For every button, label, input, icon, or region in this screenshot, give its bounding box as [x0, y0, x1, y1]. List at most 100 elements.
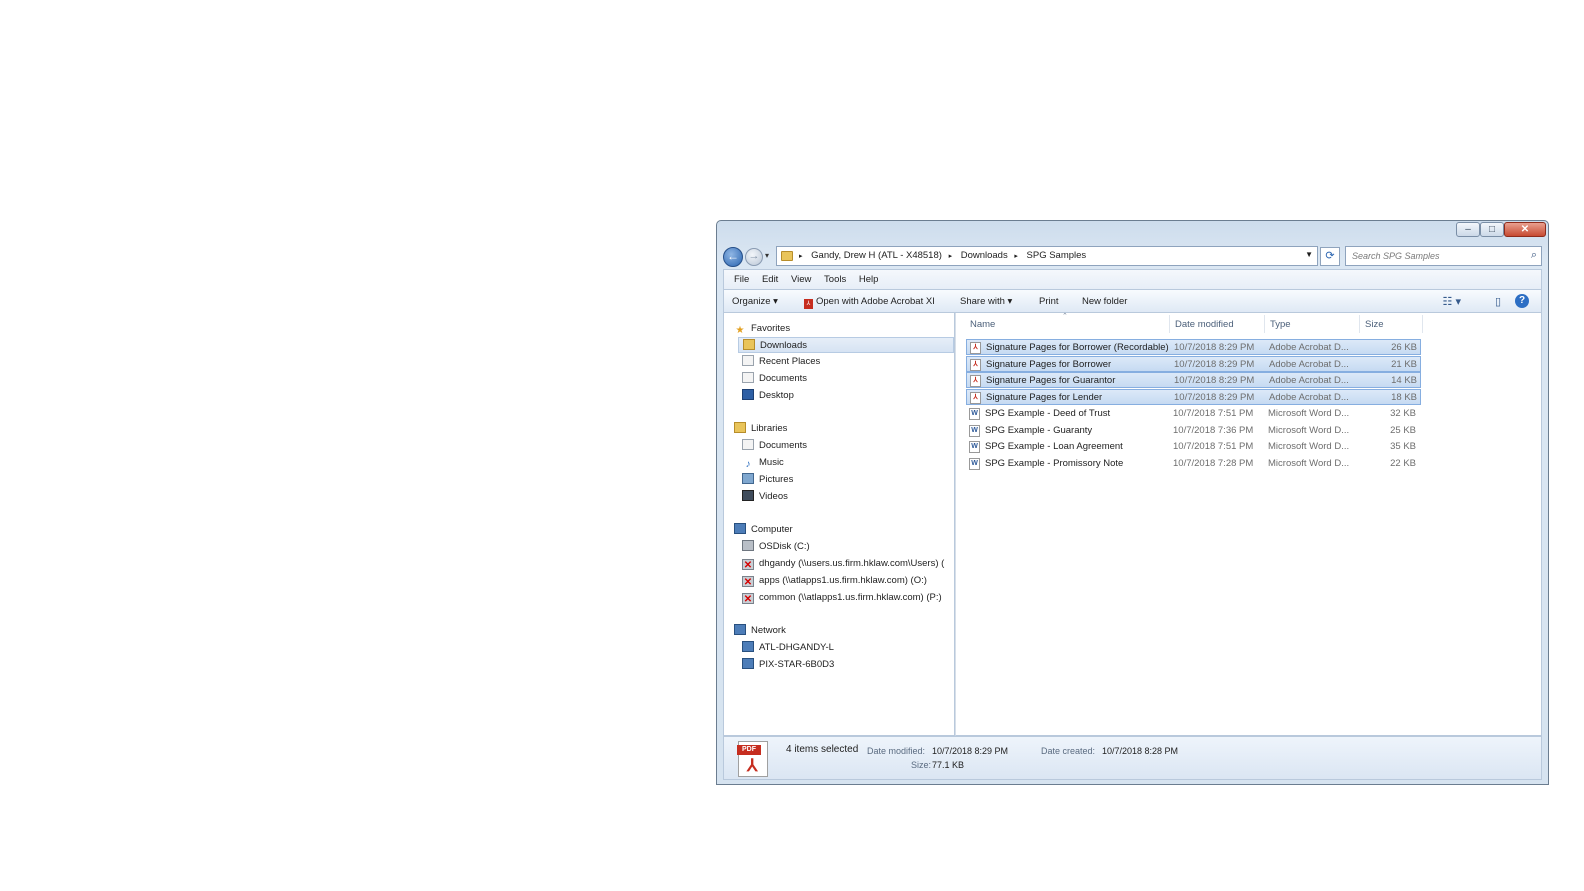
- pdf-file-icon: ⅄: [970, 392, 981, 405]
- recent-places-icon: [742, 355, 754, 366]
- file-date-modified: 10/7/2018 8:29 PM: [1174, 375, 1255, 387]
- address-bar[interactable]: ▸ Gandy, Drew H (ATL - X48518) ▸ Downloa…: [776, 246, 1318, 266]
- file-name: SPG Example - Deed of Trust: [985, 407, 1111, 419]
- sort-ascending-icon: ⌃: [1062, 313, 1068, 320]
- column-divider[interactable]: [1422, 315, 1423, 333]
- acrobat-swoosh-icon: ⅄: [747, 756, 758, 775]
- libraries-icon: [734, 422, 746, 433]
- menu-file[interactable]: File: [734, 274, 749, 285]
- file-type: Microsoft Word D...: [1268, 407, 1350, 419]
- file-row[interactable]: W SPG Example - Guaranty 10/7/2018 7:36 PM…: [966, 423, 1421, 439]
- downloads-folder-icon: [743, 339, 755, 350]
- nav-favorites[interactable]: ★ Favorites: [734, 321, 791, 337]
- nav-computer[interactable]: Computer: [734, 522, 793, 538]
- change-view-icon[interactable]: ☷ ▾: [1443, 295, 1461, 308]
- music-icon: ♪: [745, 459, 751, 470]
- network-computer-icon: [742, 641, 754, 652]
- navigation-row: ← → ▾ ▸ Gandy, Drew H (ATL - X48518) ▸ D…: [723, 245, 1542, 269]
- file-row[interactable]: ⅄ Signature Pages for Lender 10/7/2018 8:2…: [966, 389, 1421, 406]
- nav-item-common-drive[interactable]: ✕ common (\\atlapps1.us.firm.hklaw.com) (…: [742, 590, 942, 606]
- column-divider[interactable]: [1359, 315, 1360, 333]
- file-row[interactable]: ⅄ Signature Pages for Borrower (Recordabl…: [966, 339, 1421, 355]
- pictures-icon: [742, 473, 754, 484]
- minimize-button[interactable]: ‒: [1456, 222, 1480, 237]
- nav-item-apps-drive[interactable]: ✕ apps (\\atlapps1.us.firm.hklaw.com) (O:…: [742, 573, 927, 589]
- file-row[interactable]: W SPG Example - Loan Agreement 10/7/2018 7…: [966, 439, 1421, 455]
- address-dropdown-icon[interactable]: ▼: [1305, 250, 1313, 259]
- share-with-button[interactable]: Share with ▾: [960, 296, 1012, 307]
- column-header-type[interactable]: Type: [1270, 319, 1291, 330]
- recent-pages-dropdown-icon[interactable]: ▾: [765, 251, 769, 260]
- column-header-date-modified[interactable]: Date modified: [1175, 319, 1234, 330]
- title-bar[interactable]: ‒ □ ✕: [717, 221, 1548, 241]
- nav-item-music[interactable]: ♪ Music: [742, 455, 784, 471]
- pdf-file-icon: ⅄: [970, 358, 981, 371]
- preview-pane-icon[interactable]: ▯: [1495, 295, 1501, 308]
- nav-item-label: Videos: [759, 491, 788, 502]
- nav-libraries[interactable]: Libraries: [734, 421, 787, 437]
- nav-item-pix-star[interactable]: PIX-STAR-6B0D3: [742, 657, 834, 673]
- nav-item-dhgandy-drive[interactable]: ✕ dhgandy (\\users.us.firm.hklaw.com\User…: [742, 556, 944, 572]
- nav-item-lib-documents[interactable]: Documents: [742, 438, 807, 454]
- file-type: Microsoft Word D...: [1268, 441, 1350, 453]
- search-placeholder: Search SPG Samples: [1352, 251, 1440, 261]
- breadcrumb-downloads[interactable]: Downloads: [961, 250, 1008, 261]
- open-with-button[interactable]: ⅄ Open with Adobe Acrobat XI: [804, 296, 935, 309]
- open-with-label: Open with Adobe Acrobat XI: [816, 296, 935, 307]
- disconnected-network-drive-icon: ✕: [742, 559, 754, 571]
- file-date-modified: 10/7/2018 7:51 PM: [1173, 407, 1254, 419]
- nav-item-label: dhgandy (\\users.us.firm.hklaw.com\Users…: [759, 558, 945, 569]
- forward-button[interactable]: →: [745, 248, 763, 266]
- file-size: 26 KB: [1391, 342, 1417, 353]
- menu-edit[interactable]: Edit: [762, 274, 778, 285]
- size-value: 77.1 KB: [932, 760, 965, 770]
- menu-help[interactable]: Help: [859, 274, 879, 285]
- breadcrumb-separator-icon[interactable]: ▸: [799, 253, 803, 260]
- nav-item-label: PIX-STAR-6B0D3: [759, 659, 835, 670]
- menu-tools[interactable]: Tools: [824, 274, 846, 285]
- column-header-size[interactable]: Size: [1365, 319, 1383, 330]
- word-file-icon: W: [969, 407, 980, 420]
- nav-item-osdisk[interactable]: OSDisk (C:): [742, 539, 810, 555]
- nav-item-label: Recent Places: [759, 356, 821, 367]
- file-type: Adobe Acrobat D...: [1269, 342, 1349, 353]
- column-divider[interactable]: [1169, 315, 1170, 333]
- nav-item-pictures[interactable]: Pictures: [742, 472, 793, 488]
- pdf-icon-label: PDF: [737, 745, 761, 755]
- file-row[interactable]: ⅄ Signature Pages for Guarantor 10/7/2018 …: [966, 372, 1421, 389]
- file-row[interactable]: W SPG Example - Promissory Note 10/7/2018 …: [966, 456, 1421, 472]
- date-modified-label: Date modified:: [867, 746, 926, 756]
- new-folder-button[interactable]: New folder: [1082, 296, 1127, 307]
- refresh-button[interactable]: ⟳: [1320, 247, 1340, 266]
- maximize-button[interactable]: □: [1480, 222, 1504, 237]
- file-row[interactable]: ⅄ Signature Pages for Borrower 10/7/2018 8…: [966, 355, 1421, 372]
- breadcrumb-separator-icon[interactable]: ▸: [1014, 253, 1018, 260]
- search-input[interactable]: Search SPG Samples ⌕: [1345, 246, 1542, 266]
- navigation-pane: ★ Favorites Downloads Recent Places Docum…: [723, 313, 955, 736]
- breadcrumb-spg-samples[interactable]: SPG Samples: [1027, 250, 1087, 261]
- word-file-icon: W: [969, 441, 980, 454]
- nav-item-desktop[interactable]: Desktop: [742, 388, 794, 404]
- column-divider[interactable]: [1264, 315, 1265, 333]
- menu-bar: File Edit View Tools Help: [723, 269, 1542, 289]
- column-header-name[interactable]: Name: [970, 319, 995, 330]
- breadcrumb-user-folder[interactable]: Gandy, Drew H (ATL - X48518): [811, 250, 942, 261]
- file-row[interactable]: W SPG Example - Deed of Trust 10/7/2018 7:…: [966, 406, 1421, 422]
- nav-item-videos[interactable]: Videos: [742, 489, 788, 505]
- nav-item-downloads[interactable]: Downloads: [738, 337, 954, 353]
- search-icon[interactable]: ⌕: [1531, 249, 1537, 262]
- nav-item-atl-dhgandy[interactable]: ATL-DHGANDY-L: [742, 640, 834, 656]
- print-button[interactable]: Print: [1039, 296, 1059, 307]
- file-date-modified: 10/7/2018 7:51 PM: [1173, 441, 1254, 453]
- close-button[interactable]: ✕: [1504, 222, 1546, 237]
- nav-item-recent-places[interactable]: Recent Places: [742, 354, 820, 370]
- breadcrumb-separator-icon[interactable]: ▸: [949, 253, 953, 260]
- nav-item-label: Downloads: [760, 340, 807, 351]
- nav-network[interactable]: Network: [734, 623, 786, 639]
- organize-button[interactable]: Organize ▾: [732, 296, 778, 307]
- back-button[interactable]: ←: [723, 247, 743, 267]
- menu-view[interactable]: View: [791, 274, 811, 285]
- file-date-modified: 10/7/2018 8:29 PM: [1174, 392, 1255, 404]
- nav-item-documents[interactable]: Documents: [742, 371, 807, 387]
- help-icon[interactable]: ?: [1515, 294, 1529, 308]
